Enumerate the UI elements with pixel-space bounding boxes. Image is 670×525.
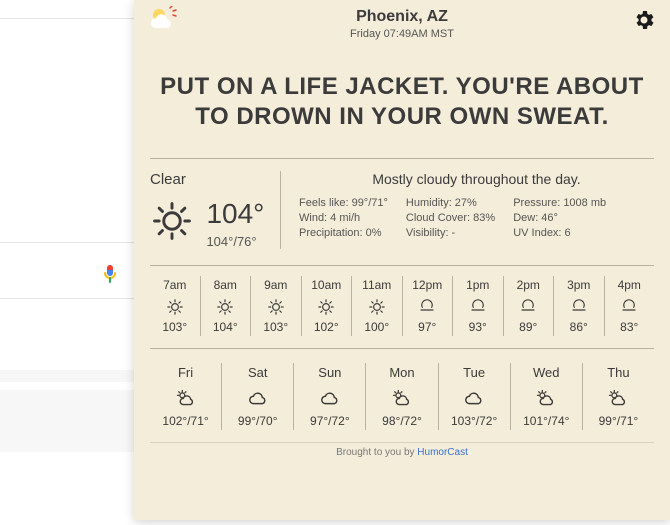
- cell-temp: 104°: [201, 320, 251, 334]
- cell-temp: 103°/72°: [439, 414, 510, 428]
- partly-icon: [453, 298, 503, 316]
- cloud-sun-icon: [511, 388, 582, 408]
- cloud-cover: Cloud Cover: 83%: [406, 212, 495, 224]
- hour-cell: 11am 100°: [351, 276, 402, 336]
- cloud-icon: [294, 388, 365, 408]
- precipitation: Precipitation: 0%: [299, 227, 388, 239]
- cell-label: 11am: [352, 278, 402, 292]
- cell-temp: 89°: [504, 320, 554, 334]
- cell-temp: 93°: [453, 320, 503, 334]
- sun-dots-icon: [150, 298, 200, 316]
- cell-temp: 83°: [605, 320, 655, 334]
- cell-label: 7am: [150, 278, 200, 292]
- cell-label: 1pm: [453, 278, 503, 292]
- day-cell: Tue 103°/72°: [438, 363, 510, 430]
- cell-temp: 99°/70°: [222, 414, 293, 428]
- cell-label: 10am: [302, 278, 352, 292]
- hour-cell: 7am 103°: [150, 276, 200, 336]
- daily-forecast: Fri 102°/71° Sat 99°/70° Sun 97°/72° Mon 98°/72…: [134, 349, 670, 442]
- current-temp: 104°: [206, 198, 264, 230]
- cell-temp: 100°: [352, 320, 402, 334]
- browser-gutter: [0, 0, 134, 525]
- wind: Wind: 4 mi/h: [299, 212, 388, 224]
- hour-cell: 2pm 89°: [503, 276, 554, 336]
- partly-icon: [605, 298, 655, 316]
- hour-cell: 1pm 93°: [452, 276, 503, 336]
- cell-label: 3pm: [554, 278, 604, 292]
- cell-temp: 97°: [403, 320, 453, 334]
- gear-icon[interactable]: [632, 8, 656, 32]
- cell-temp: 103°: [150, 320, 200, 334]
- cell-temp: 102°: [302, 320, 352, 334]
- cloud-icon: [439, 388, 510, 408]
- feels-like: Feels like: 99°/71°: [299, 197, 388, 209]
- hi-lo: 104°/76°: [206, 234, 264, 249]
- cell-label: Sat: [222, 365, 293, 380]
- partly-icon: [554, 298, 604, 316]
- cell-label: Fri: [150, 365, 221, 380]
- sun-dots-icon: [201, 298, 251, 316]
- cell-label: 2pm: [504, 278, 554, 292]
- timestamp: Friday 07:49AM MST: [150, 28, 654, 40]
- condition-text: Clear: [150, 171, 280, 188]
- hour-cell: 4pm 83°: [604, 276, 655, 336]
- day-summary: Mostly cloudy throughout the day.: [299, 171, 654, 187]
- cell-temp: 86°: [554, 320, 604, 334]
- day-cell: Sat 99°/70°: [221, 363, 293, 430]
- sun-dots-icon: [302, 298, 352, 316]
- uv-index: UV Index: 6: [513, 227, 606, 239]
- dew: Dew: 46°: [513, 212, 606, 224]
- cell-temp: 98°/72°: [366, 414, 437, 428]
- day-cell: Wed 101°/74°: [510, 363, 582, 430]
- partly-icon: [403, 298, 453, 316]
- day-cell: Thu 99°/71°: [582, 363, 654, 430]
- cell-label: Mon: [366, 365, 437, 380]
- hour-cell: 12pm 97°: [402, 276, 453, 336]
- mic-icon[interactable]: [98, 262, 122, 286]
- cell-temp: 99°/71°: [583, 414, 654, 428]
- weather-card: Phoenix, AZ Friday 07:49AM MST PUT ON A …: [134, 0, 670, 520]
- cell-label: Wed: [511, 365, 582, 380]
- hour-cell: 3pm 86°: [553, 276, 604, 336]
- cell-label: Sun: [294, 365, 365, 380]
- humidity: Humidity: 27%: [406, 197, 495, 209]
- cell-label: 8am: [201, 278, 251, 292]
- hour-cell: 9am 103°: [250, 276, 301, 336]
- cloud-sun-icon: [150, 388, 221, 408]
- day-cell: Sun 97°/72°: [293, 363, 365, 430]
- hour-cell: 10am 102°: [301, 276, 352, 336]
- footer-prefix: Brought to you by: [336, 447, 417, 458]
- footer: Brought to you by HumorCast: [150, 442, 654, 466]
- cell-label: Thu: [583, 365, 654, 380]
- cell-temp: 97°/72°: [294, 414, 365, 428]
- sun-dots-icon: [352, 298, 402, 316]
- sun-icon: [150, 199, 194, 248]
- location-title: Phoenix, AZ: [150, 8, 654, 26]
- cell-temp: 103°: [251, 320, 301, 334]
- detail-grid: Feels like: 99°/71° Wind: 4 mi/h Precipi…: [299, 197, 654, 242]
- hour-cell: 8am 104°: [200, 276, 251, 336]
- day-cell: Fri 102°/71°: [150, 363, 221, 430]
- cloud-sun-icon: [583, 388, 654, 408]
- hourly-forecast: 7am103°8am104°9am103°10am102°11am100°12p…: [134, 266, 670, 348]
- cell-temp: 102°/71°: [150, 414, 221, 428]
- visibility: Visibility: -: [406, 227, 495, 239]
- pressure: Pressure: 1008 mb: [513, 197, 606, 209]
- cell-temp: 101°/74°: [511, 414, 582, 428]
- day-cell: Mon 98°/72°: [365, 363, 437, 430]
- cell-label: 4pm: [605, 278, 655, 292]
- cloud-icon: [222, 388, 293, 408]
- cloud-sun-icon: [366, 388, 437, 408]
- partly-icon: [504, 298, 554, 316]
- sun-cloud-icon: [148, 6, 180, 32]
- current-conditions: Clear 104° 104°/76° Mostly cloudy throug…: [134, 159, 670, 265]
- cell-label: Tue: [439, 365, 510, 380]
- sun-dots-icon: [251, 298, 301, 316]
- humorcast-link[interactable]: HumorCast: [417, 447, 468, 458]
- cell-label: 12pm: [403, 278, 453, 292]
- cell-label: 9am: [251, 278, 301, 292]
- humor-headline: PUT ON A LIFE JACKET. YOU'RE ABOUT TO DR…: [134, 40, 670, 132]
